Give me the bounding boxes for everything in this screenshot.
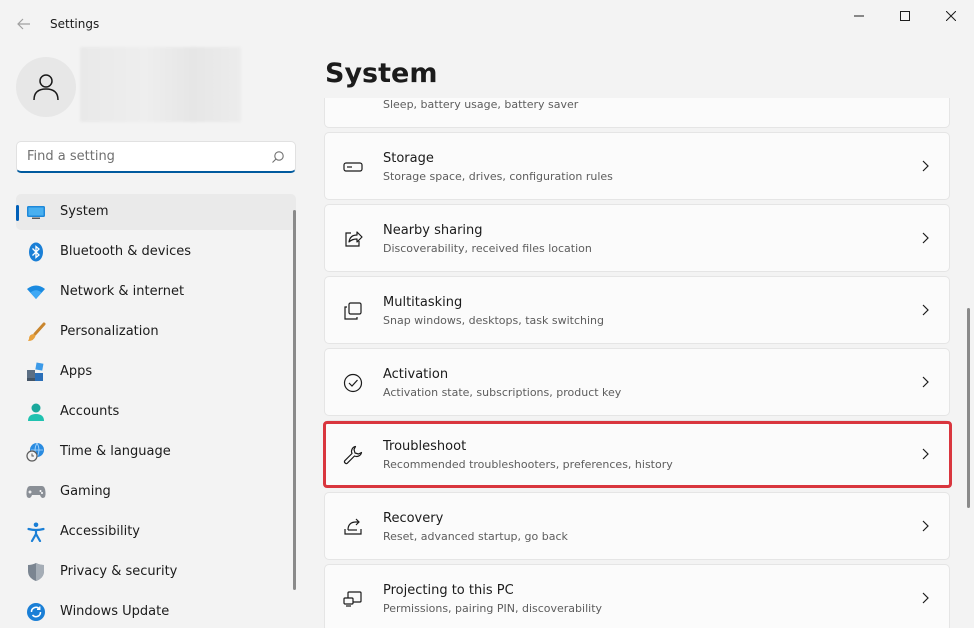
settings-card-projecting[interactable]: Projecting to this PC Permissions, pairi… bbox=[324, 564, 950, 628]
maximize-button[interactable] bbox=[882, 0, 928, 32]
multitasking-icon bbox=[344, 302, 362, 320]
card-title: Multitasking bbox=[383, 295, 463, 310]
sidebar-item-network[interactable]: Network & internet bbox=[16, 274, 296, 310]
settings-card-troubleshoot[interactable]: Troubleshoot Recommended troubleshooters… bbox=[324, 420, 950, 488]
active-indicator bbox=[16, 205, 19, 221]
sidebar-item-gaming[interactable]: Gaming bbox=[16, 474, 296, 510]
minimize-icon bbox=[854, 15, 864, 17]
settings-card-power[interactable]: Sleep, battery usage, battery saver bbox=[324, 98, 950, 128]
chevron-right-icon bbox=[922, 160, 929, 172]
chevron-right-icon bbox=[922, 304, 929, 316]
sidebar-item-bluetooth[interactable]: Bluetooth & devices bbox=[16, 234, 296, 270]
card-subtitle: Reset, advanced startup, go back bbox=[383, 530, 568, 543]
card-subtitle: Recommended troubleshooters, preferences… bbox=[383, 458, 673, 471]
storage-icon bbox=[343, 162, 363, 172]
card-subtitle: Snap windows, desktops, task switching bbox=[383, 314, 605, 327]
card-title: Troubleshoot bbox=[383, 439, 467, 454]
sidebar-item-label: Accounts bbox=[60, 404, 120, 419]
paintbrush-icon bbox=[26, 322, 46, 342]
share-icon bbox=[345, 231, 363, 247]
chevron-right-icon bbox=[922, 448, 929, 460]
sidebar-item-privacy[interactable]: Privacy & security bbox=[16, 554, 296, 590]
sidebar-item-label: Accessibility bbox=[60, 524, 140, 539]
settings-list: Sleep, battery usage, battery saver Stor… bbox=[324, 98, 954, 628]
bluetooth-icon bbox=[26, 242, 46, 262]
accessibility-icon bbox=[26, 522, 46, 542]
settings-card-nearby-sharing[interactable]: Nearby sharing Discoverability, received… bbox=[324, 204, 950, 272]
person-icon bbox=[33, 74, 59, 101]
sidebar-item-label: Privacy & security bbox=[60, 564, 178, 579]
recovery-icon bbox=[344, 518, 362, 535]
sidebar-item-label: Gaming bbox=[60, 484, 111, 499]
shield-icon bbox=[26, 562, 46, 582]
content-scrollbar[interactable] bbox=[967, 308, 970, 508]
sidebar-item-label: Bluetooth & devices bbox=[60, 244, 191, 259]
person-icon bbox=[26, 402, 46, 422]
chevron-right-icon bbox=[922, 376, 929, 388]
sidebar-item-accessibility[interactable]: Accessibility bbox=[16, 514, 296, 550]
globe-clock-icon bbox=[26, 442, 46, 462]
sidebar-item-label: System bbox=[60, 204, 109, 219]
page-title: System bbox=[325, 58, 438, 89]
card-title: Activation bbox=[383, 367, 449, 382]
title-bar: Settings bbox=[0, 0, 974, 48]
card-subtitle: Storage space, drives, configuration rul… bbox=[383, 170, 613, 183]
settings-card-recovery[interactable]: Recovery Reset, advanced startup, go bac… bbox=[324, 492, 950, 560]
minimize-button[interactable] bbox=[836, 0, 882, 32]
card-title: Storage bbox=[383, 151, 434, 166]
settings-card-activation[interactable]: Activation Activation state, subscriptio… bbox=[324, 348, 950, 416]
search-icon[interactable] bbox=[271, 150, 285, 164]
chevron-right-icon bbox=[922, 520, 929, 532]
app-title: Settings bbox=[50, 17, 100, 31]
wrench-icon bbox=[343, 445, 363, 465]
wifi-icon bbox=[26, 282, 46, 302]
sidebar-item-label: Personalization bbox=[60, 324, 159, 339]
card-subtitle: Discoverability, received files location bbox=[383, 242, 592, 255]
card-subtitle: Sleep, battery usage, battery saver bbox=[383, 98, 579, 111]
card-title: Recovery bbox=[383, 511, 444, 526]
close-button[interactable] bbox=[928, 0, 974, 32]
arrow-left-icon bbox=[17, 18, 30, 30]
settings-card-multitasking[interactable]: Multitasking Snap windows, desktops, tas… bbox=[324, 276, 950, 344]
chevron-right-icon bbox=[922, 232, 929, 244]
sidebar-nav: System Bluetooth & devices Network & int… bbox=[16, 194, 296, 628]
search-box[interactable] bbox=[16, 141, 296, 173]
monitor-icon bbox=[26, 202, 46, 222]
maximize-icon bbox=[900, 11, 910, 21]
sidebar-item-time-language[interactable]: Time & language bbox=[16, 434, 296, 470]
card-title: Nearby sharing bbox=[383, 223, 483, 238]
profile-name-redacted bbox=[80, 47, 241, 122]
sidebar-item-apps[interactable]: Apps bbox=[16, 354, 296, 390]
sidebar-scrollbar[interactable] bbox=[293, 210, 296, 590]
checkmark-circle-icon bbox=[343, 373, 363, 393]
card-title: Projecting to this PC bbox=[383, 583, 514, 598]
avatar[interactable] bbox=[16, 57, 76, 117]
close-icon bbox=[946, 11, 956, 21]
back-button[interactable] bbox=[12, 12, 36, 36]
card-subtitle: Permissions, pairing PIN, discoverabilit… bbox=[383, 602, 603, 615]
apps-icon bbox=[26, 362, 46, 382]
card-subtitle: Activation state, subscriptions, product… bbox=[383, 386, 622, 399]
settings-card-storage[interactable]: Storage Storage space, drives, configura… bbox=[324, 132, 950, 200]
search-input[interactable] bbox=[17, 149, 257, 164]
refresh-icon bbox=[26, 602, 46, 622]
sidebar-item-label: Network & internet bbox=[60, 284, 185, 299]
sidebar-item-label: Time & language bbox=[60, 444, 171, 459]
sidebar-item-system[interactable]: System bbox=[16, 194, 296, 230]
sidebar-item-windows-update[interactable]: Windows Update bbox=[16, 594, 296, 628]
sidebar-item-label: Apps bbox=[60, 364, 93, 379]
projector-icon bbox=[343, 591, 362, 607]
sidebar-item-accounts[interactable]: Accounts bbox=[16, 394, 296, 430]
gamepad-icon bbox=[26, 482, 46, 502]
chevron-right-icon bbox=[922, 592, 929, 604]
sidebar-item-personalization[interactable]: Personalization bbox=[16, 314, 296, 350]
sidebar-item-label: Windows Update bbox=[60, 604, 170, 619]
